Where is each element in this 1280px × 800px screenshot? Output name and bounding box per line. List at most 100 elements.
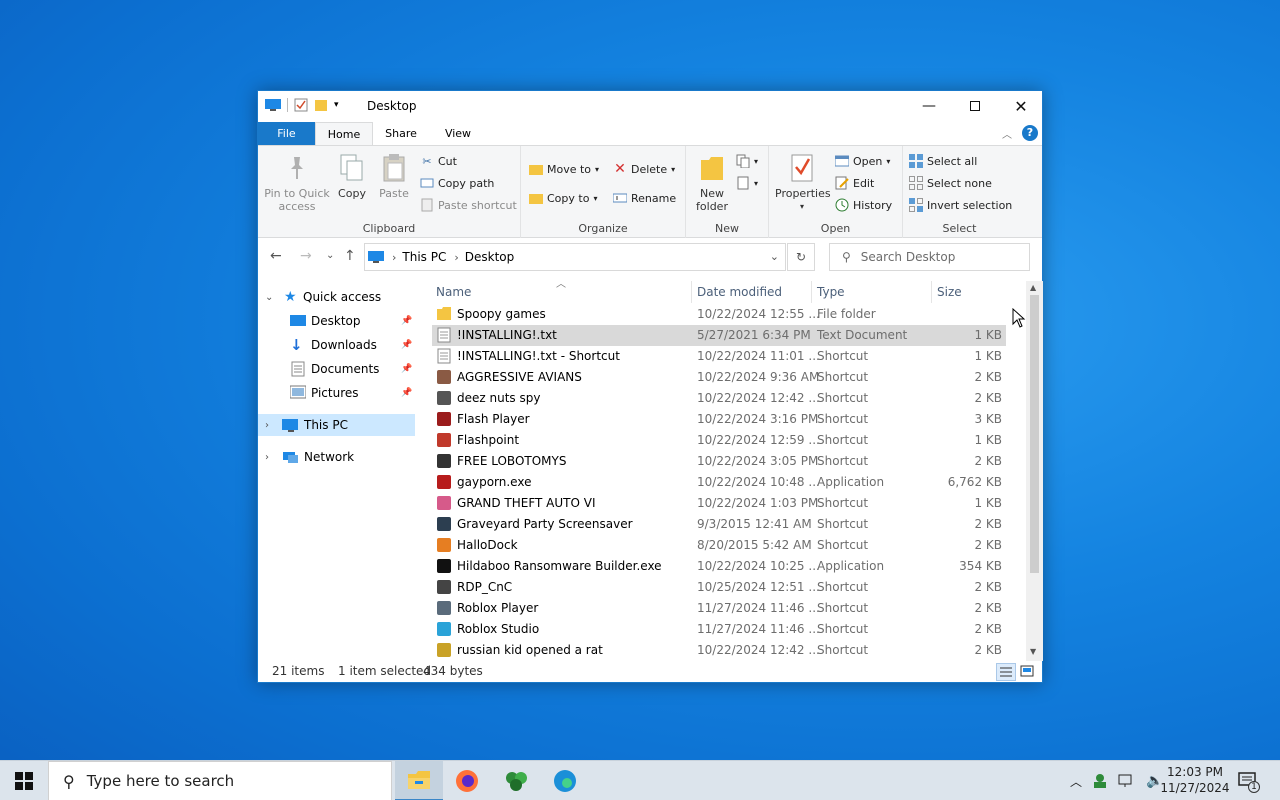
file-size: 2 KB bbox=[974, 391, 1002, 405]
properties-button[interactable]: Properties ▾ bbox=[775, 152, 831, 213]
move-to-button[interactable]: Move to ▾ bbox=[529, 162, 599, 176]
help-icon[interactable]: ? bbox=[1022, 125, 1038, 141]
table-row[interactable]: Spoopy games 10/22/2024 12:55 ... File fol… bbox=[432, 304, 1006, 325]
search-input[interactable]: ⚲ Search Desktop bbox=[829, 243, 1030, 271]
tab-view[interactable]: View bbox=[430, 122, 486, 145]
taskbar-edge[interactable] bbox=[541, 761, 589, 800]
nav-item-documents[interactable]: Documents 📌 bbox=[258, 358, 415, 380]
recent-locations-chevron-icon[interactable]: ⌄ bbox=[326, 250, 334, 261]
user-status-icon[interactable] bbox=[1092, 773, 1108, 789]
table-row[interactable]: !INSTALLING!.txt - Shortcut 10/22/2024 11… bbox=[432, 346, 1006, 367]
table-row[interactable]: Hildaboo Ransomware Builder.exe 10/22/202… bbox=[432, 556, 1006, 577]
new-item-button[interactable]: ▾ bbox=[736, 154, 758, 168]
collapsed-chevron-icon[interactable]: › bbox=[265, 452, 269, 463]
close-button[interactable]: ✕ bbox=[998, 91, 1044, 121]
pin-label-line1: Pin to Quick bbox=[264, 187, 330, 200]
taskbar-app-green[interactable] bbox=[493, 761, 541, 800]
table-row[interactable]: FREE LOBOTOMYS 10/22/2024 3:05 PM Shortcut… bbox=[432, 451, 1006, 472]
large-icons-view-button[interactable] bbox=[1018, 663, 1038, 681]
nav-item-downloads[interactable]: ↓ Downloads 📌 bbox=[258, 334, 415, 356]
open-button[interactable]: Open ▾ bbox=[835, 154, 890, 168]
up-arrow-icon[interactable]: ↑ bbox=[344, 248, 356, 264]
rename-button[interactable]: Rename bbox=[613, 191, 676, 205]
new-folder-icon[interactable] bbox=[314, 98, 328, 112]
copy-path-button[interactable]: Copy path bbox=[420, 176, 494, 190]
column-header-date[interactable]: Date modified bbox=[693, 281, 811, 303]
forward-arrow-icon[interactable]: → bbox=[300, 248, 312, 264]
tab-home[interactable]: Home bbox=[315, 122, 373, 146]
breadcrumb-desktop[interactable]: Desktop bbox=[465, 250, 515, 264]
new-folder-button[interactable]: New folder bbox=[694, 152, 730, 213]
show-hidden-icons-chevron-icon[interactable]: ︿ bbox=[1070, 773, 1082, 790]
address-bar[interactable]: › This PC › Desktop ⌄ bbox=[364, 243, 786, 271]
table-row[interactable]: Graveyard Party Screensaver 9/3/2015 12:4… bbox=[432, 514, 1006, 535]
table-row[interactable]: Roblox Player 11/27/2024 11:46 ... Shortcu… bbox=[432, 598, 1006, 619]
easy-access-button[interactable]: ▾ bbox=[736, 176, 758, 190]
copy-to-button[interactable]: Copy to ▾ bbox=[529, 191, 597, 205]
taskbar-firefox[interactable] bbox=[443, 761, 491, 800]
back-arrow-icon[interactable]: ← bbox=[270, 248, 282, 264]
table-row[interactable]: russian kid opened a rat 10/22/2024 12:42… bbox=[432, 640, 1006, 658]
copy-button[interactable]: Copy bbox=[332, 152, 372, 200]
tab-file[interactable]: File bbox=[258, 122, 315, 145]
column-header-size[interactable]: Size bbox=[933, 281, 1009, 303]
file-name: Roblox Studio bbox=[457, 622, 540, 636]
table-row[interactable]: deez nuts spy 10/22/2024 12:42 ... Shortcu… bbox=[432, 388, 1006, 409]
cut-button[interactable]: ✂ Cut bbox=[420, 154, 457, 168]
table-row[interactable]: Roblox Studio 11/27/2024 11:46 ... Shortcu… bbox=[432, 619, 1006, 640]
scroll-up-arrow-icon[interactable]: ▲ bbox=[1030, 283, 1036, 292]
invert-selection-button[interactable]: Invert selection bbox=[909, 198, 1012, 212]
taskbar-clock[interactable]: 12:03 PM 11/27/2024 bbox=[1159, 764, 1231, 796]
copy-path-icon bbox=[420, 176, 434, 190]
paste-shortcut-button[interactable]: Paste shortcut bbox=[420, 198, 517, 212]
pin-to-quick-access-button[interactable]: Pin to Quick access bbox=[264, 152, 330, 213]
file-name: Roblox Player bbox=[457, 601, 539, 615]
maximize-button[interactable] bbox=[952, 91, 998, 121]
file-type: Application bbox=[817, 559, 885, 573]
properties-icon[interactable] bbox=[294, 98, 308, 112]
taskbar-file-explorer[interactable] bbox=[395, 761, 443, 800]
edit-button[interactable]: Edit bbox=[835, 176, 874, 190]
nav-quick-access[interactable]: ⌄ ★ Quick access bbox=[258, 286, 415, 308]
collapse-ribbon-chevron-icon[interactable]: ︿ bbox=[1002, 126, 1012, 141]
minimize-button[interactable]: — bbox=[906, 91, 952, 121]
vertical-scrollbar[interactable]: ▲ ▼ bbox=[1026, 281, 1043, 661]
start-button[interactable] bbox=[0, 761, 48, 800]
nav-item-pictures[interactable]: Pictures 📌 bbox=[258, 382, 415, 404]
expanded-chevron-icon[interactable]: ⌄ bbox=[265, 292, 273, 303]
select-none-button[interactable]: Select none bbox=[909, 176, 992, 190]
paste-button[interactable]: Paste bbox=[374, 152, 414, 200]
table-row[interactable]: Flashpoint 10/22/2024 12:59 ... Shortcut 1 … bbox=[432, 430, 1006, 451]
nav-network[interactable]: › Network bbox=[258, 446, 415, 468]
column-divider[interactable] bbox=[811, 281, 812, 303]
select-all-button[interactable]: Select all bbox=[909, 154, 977, 168]
table-row[interactable]: !INSTALLING!.txt 5/27/2021 6:34 PM Text Do… bbox=[432, 325, 1006, 346]
column-header-name[interactable]: Name bbox=[432, 281, 691, 303]
customize-toolbar-chevron-icon[interactable]: ▾ bbox=[334, 100, 339, 110]
column-divider[interactable] bbox=[691, 281, 692, 303]
column-divider[interactable] bbox=[931, 281, 932, 303]
network-icon[interactable] bbox=[1118, 773, 1136, 789]
collapsed-chevron-icon[interactable]: › bbox=[265, 420, 269, 431]
breadcrumb-this-pc[interactable]: This PC bbox=[402, 250, 446, 264]
table-row[interactable]: HalloDock 8/20/2015 5:42 AM Shortcut 2 KB bbox=[432, 535, 1006, 556]
nav-item-desktop[interactable]: Desktop 📌 bbox=[258, 310, 415, 332]
table-row[interactable]: RDP_CnC 10/25/2024 12:51 ... Shortcut 2 KB bbox=[432, 577, 1006, 598]
address-dropdown-chevron-icon[interactable]: ⌄ bbox=[770, 250, 779, 263]
table-row[interactable]: AGGRESSIVE AVIANS 10/22/2024 9:36 AM Short… bbox=[432, 367, 1006, 388]
action-center-button[interactable]: 1 bbox=[1238, 761, 1260, 800]
refresh-button[interactable]: ↻ bbox=[787, 243, 815, 271]
history-button[interactable]: History bbox=[835, 198, 892, 212]
table-row[interactable]: GRAND THEFT AUTO VI 10/22/2024 1:03 PM Sho… bbox=[432, 493, 1006, 514]
nav-this-pc[interactable]: › This PC bbox=[258, 414, 415, 436]
taskbar-search-input[interactable]: ⚲ Type here to search bbox=[48, 761, 392, 800]
table-row[interactable]: gayporn.exe 10/22/2024 10:48 ... Applicati… bbox=[432, 472, 1006, 493]
tab-share[interactable]: Share bbox=[376, 122, 426, 145]
column-header-type[interactable]: Type bbox=[813, 281, 931, 303]
window-title: Desktop bbox=[367, 99, 417, 113]
delete-button[interactable]: ✕ Delete ▾ bbox=[613, 161, 675, 177]
details-view-button[interactable] bbox=[996, 663, 1016, 681]
scrollbar-thumb[interactable] bbox=[1030, 295, 1039, 573]
scroll-down-arrow-icon[interactable]: ▼ bbox=[1030, 647, 1036, 656]
table-row[interactable]: Flash Player 10/22/2024 3:16 PM Shortcut 3 … bbox=[432, 409, 1006, 430]
